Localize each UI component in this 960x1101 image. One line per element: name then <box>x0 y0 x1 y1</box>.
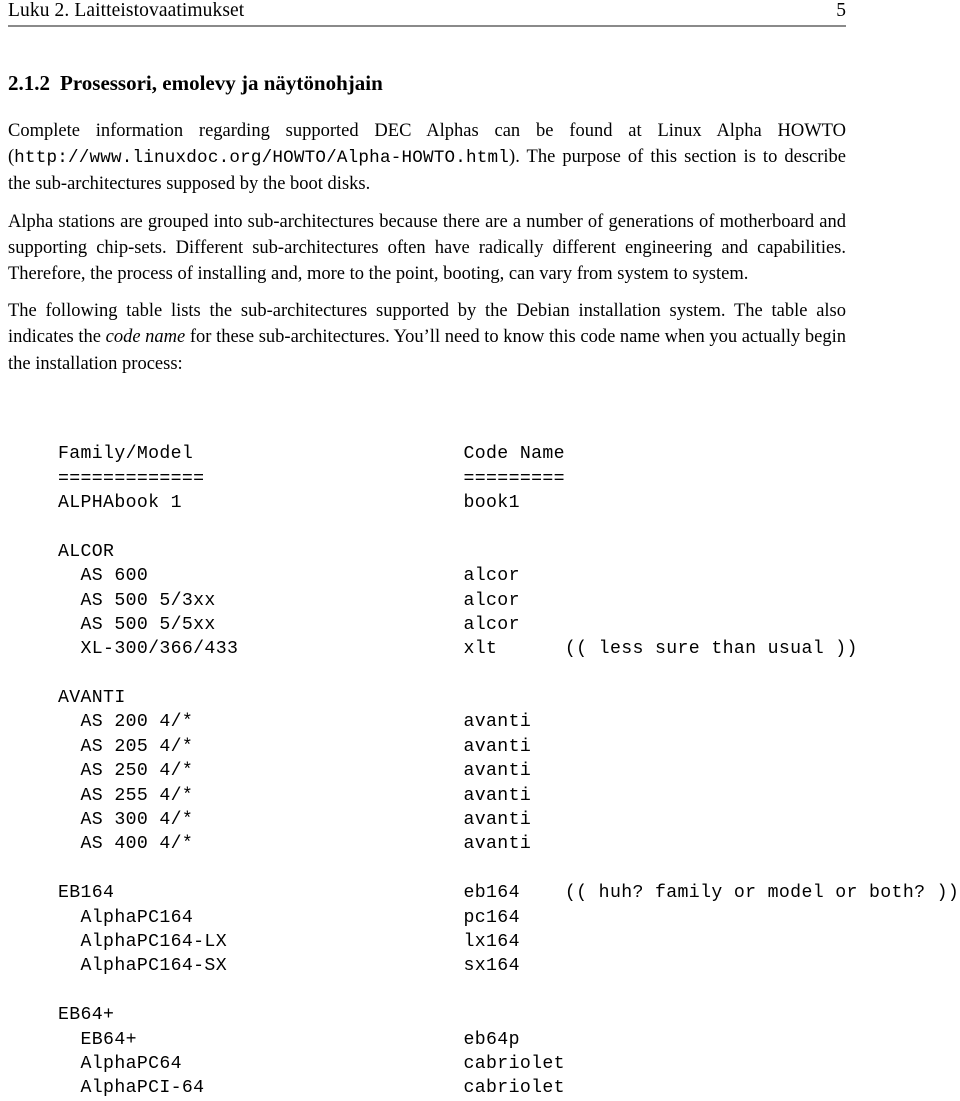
table-separator-row: ============= ========= <box>58 468 565 489</box>
table-row: AlphaPC164-SX sx164 <box>58 956 520 977</box>
table-row: AlphaPC164-LX lx164 <box>58 932 520 952</box>
table-row: AS 400 4/* avanti <box>58 834 532 855</box>
table-header-row: Family/Model Code Name <box>58 444 565 465</box>
table-row: EB64+ eb64p <box>58 1029 520 1050</box>
table-blank-row <box>58 662 959 686</box>
paragraph-subarchitectures: Alpha stations are grouped into sub-arch… <box>8 211 846 285</box>
table-group-row: AVANTI <box>58 688 464 709</box>
alpha-howto-url: http://www.linuxdoc.org/HOWTO/Alpha-HOWT… <box>14 148 510 169</box>
header-divider-rule <box>8 25 846 27</box>
paragraph-table-intro: The following table lists the sub-archit… <box>8 298 846 377</box>
section-title: Prosessori, emolevy ja näytönohjain <box>60 71 383 95</box>
table-row: AS 255 4/* avanti <box>58 785 532 806</box>
table-row: AS 200 4/* avanti <box>58 712 532 733</box>
table-row: AlphaPC164 pc164 <box>58 907 520 928</box>
table-row: AS 300 4/* avanti <box>58 810 532 831</box>
table-row: AS 500 5/5xx alcor <box>58 614 520 635</box>
section-heading: 2.1.2 Prosessori, emolevy ja näytönohjai… <box>8 70 846 96</box>
table-group-row: EB64+ <box>58 1005 464 1026</box>
table-row: AlphaPC64 cabriolet <box>58 1053 565 1074</box>
table-row: AS 600 alcor <box>58 566 520 587</box>
table-row: XL-300/366/433 xlt (( less sure than usu… <box>58 639 858 660</box>
table-row: ALPHAbook 1 book1 <box>58 492 520 513</box>
table-row: AS 500 5/3xx alcor <box>58 590 520 611</box>
header-chapter-title: Luku 2. Laitteistovaatimukset <box>8 0 245 21</box>
table-blank-row <box>58 857 959 881</box>
table-row: AlphaPCI-64 cabriolet <box>58 1078 565 1099</box>
page-content: 2.1.2 Prosessori, emolevy ja näytönohjai… <box>8 70 846 377</box>
page-number: 5 <box>836 0 846 21</box>
document-page: Luku 2. Laitteistovaatimukset 5 2.1.2 Pr… <box>0 0 960 1098</box>
table-row: AS 250 4/* avanti <box>58 761 532 782</box>
code-name-emphasis: code name <box>105 327 186 348</box>
subarchitecture-table: Family/Model Code Name ============= ====… <box>58 442 959 1101</box>
table-row: EB164 eb164 (( huh? family or model or b… <box>58 883 960 904</box>
table-row: AS 205 4/* avanti <box>58 736 532 757</box>
paragraph-intro: Complete information regarding supported… <box>8 118 846 198</box>
table-group-row: ALCOR <box>58 541 464 562</box>
section-number: 2.1.2 <box>8 71 50 95</box>
table-blank-row <box>58 979 959 1003</box>
table-blank-row <box>58 515 959 539</box>
